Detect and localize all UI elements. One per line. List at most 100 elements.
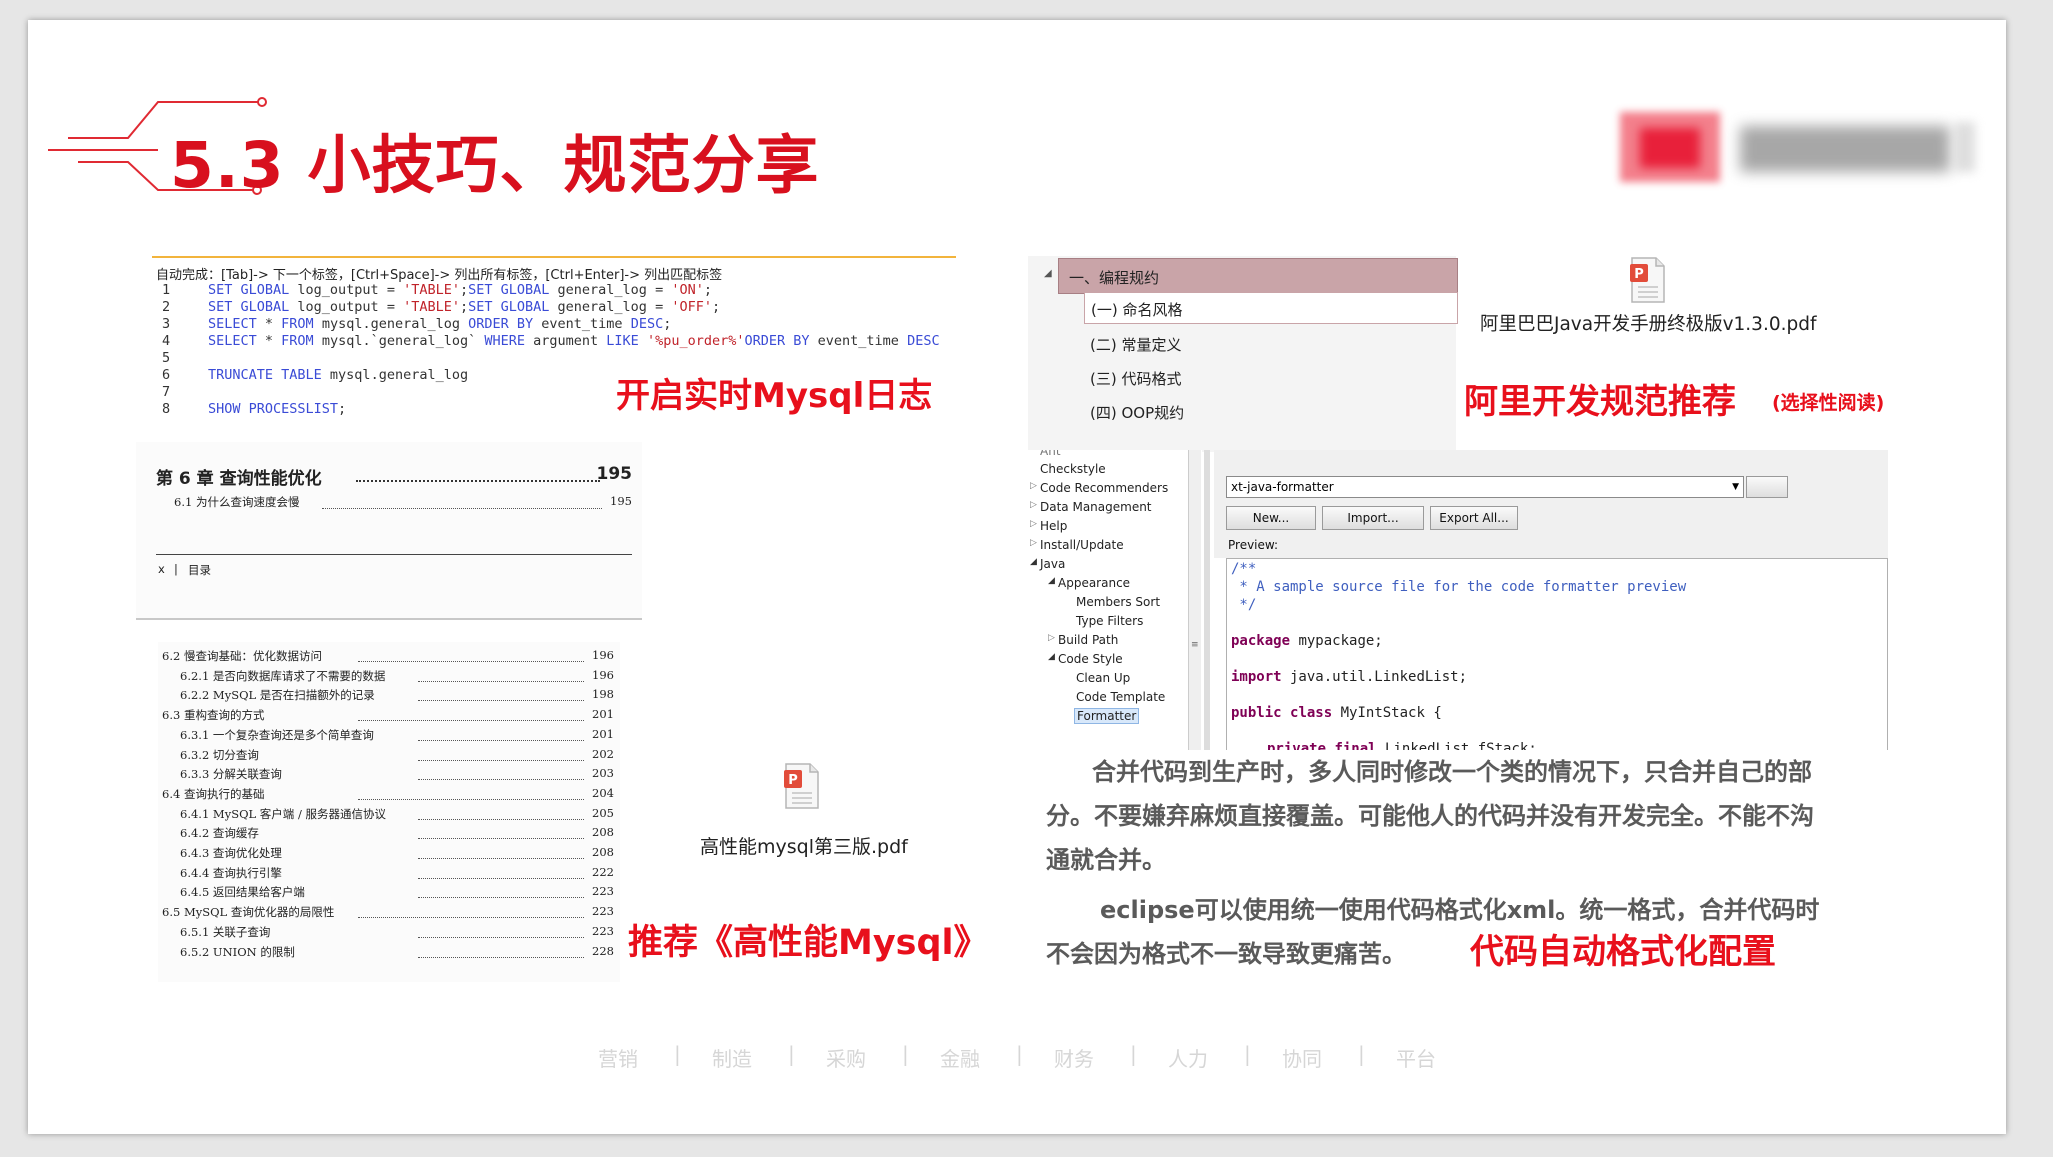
- toc-chapter-title: 第 6 章 查询性能优化: [156, 469, 322, 489]
- code-line: SELECT * FROM mysql.`general_log` WHERE …: [208, 333, 940, 349]
- slide: 5.3 小技巧、规范分享 自动完成：[Tab]-> 下一个标签，[Ctrl+Sp…: [28, 20, 2006, 1134]
- toc-leader: [358, 917, 584, 919]
- tree-item-formatter[interactable]: Formatter: [1074, 708, 1140, 724]
- line-number-gutter: 1 2 3 4 5 6 7 8: [152, 258, 192, 444]
- preview-comment: * A sample source file for the code form…: [1231, 579, 1687, 595]
- footer-separator: |: [674, 1042, 681, 1066]
- pdf-file-icon[interactable]: P: [782, 762, 822, 814]
- code-line: SET GLOBAL log_output = 'TABLE';SET GLOB…: [208, 299, 721, 315]
- tree-item-code-templates[interactable]: Code Template: [1076, 690, 1165, 704]
- line-number: 4: [162, 333, 171, 349]
- spec-item-label: (一) 命名风格: [1091, 301, 1183, 319]
- footer-nav: 营销 | 制造 | 采购 | 金融 | 财务 | 人力 | 协同 | 平台: [598, 1042, 1478, 1073]
- toc-entry-page: 203: [592, 766, 614, 781]
- toc-entry-page: 201: [592, 707, 614, 722]
- collapse-arrow-icon[interactable]: ◢: [1048, 576, 1055, 586]
- company-logo: [1620, 112, 1980, 194]
- toc-leader: [356, 480, 600, 482]
- tree-item-code-recommenders[interactable]: Code Recommenders: [1040, 481, 1168, 495]
- import-profile-button[interactable]: Import...: [1322, 506, 1424, 530]
- spec-pdf-icon-wrap[interactable]: P: [1628, 256, 1668, 308]
- toc-entry-page: 228: [592, 943, 614, 958]
- toc-entry-label: 6.4.5 返回结果给客户端: [180, 885, 305, 900]
- toc-entry-label: 6.2 慢查询基础：优化数据访问: [162, 649, 322, 663]
- tree-item-help[interactable]: Help: [1040, 519, 1067, 533]
- line-number: 6: [162, 367, 171, 383]
- toc-entry-label: 6.3.2 切分查询: [180, 747, 259, 762]
- tree-item-members-sort[interactable]: Members Sort: [1076, 595, 1160, 609]
- toc-leader: [418, 877, 584, 879]
- spec-root-item[interactable]: 一、编程规约: [1058, 258, 1458, 294]
- tree-item-code-style[interactable]: Code Style: [1058, 652, 1123, 666]
- footer-nav-item[interactable]: 人力: [1168, 1043, 1208, 1072]
- footer-nav-item[interactable]: 平台: [1396, 1043, 1436, 1072]
- footer-nav-item[interactable]: 财务: [1054, 1043, 1094, 1072]
- toc-entry-page: 222: [592, 864, 614, 879]
- toc-entry-label: 6.5.1 关联子查询: [180, 924, 271, 939]
- footer-separator: |: [1358, 1042, 1365, 1066]
- merge-advice-line: 合并代码到生产时，多人同时修改一个类的情况下，只合并自己的部: [1092, 758, 1812, 786]
- footer-nav-item[interactable]: 金融: [940, 1043, 980, 1072]
- preview-class-line: public class MyIntStack {: [1231, 705, 1442, 721]
- preview-label: Preview:: [1228, 538, 1279, 552]
- code-line: TRUNCATE TABLE mysql.general_log: [208, 367, 469, 383]
- toc-entry-page: 223: [592, 884, 614, 899]
- splitter[interactable]: [1204, 450, 1210, 754]
- toc-entry-page: 208: [592, 845, 614, 859]
- expand-arrow-icon[interactable]: ▷: [1030, 500, 1037, 510]
- toc-entry-page: 196: [592, 648, 614, 662]
- tree-item-checkstyle[interactable]: Checkstyle: [1040, 462, 1106, 476]
- collapse-triangle-icon[interactable]: ◢: [1044, 268, 1052, 279]
- collapse-arrow-icon[interactable]: ◢: [1030, 557, 1037, 567]
- toc-leader: [418, 700, 584, 702]
- tree-item-data-management[interactable]: Data Management: [1040, 500, 1152, 514]
- preview-package-line: package mypackage;: [1231, 633, 1383, 649]
- tree-item-clean-up[interactable]: Clean Up: [1076, 671, 1130, 685]
- line-number: 8: [162, 401, 171, 417]
- toc-leader: [418, 779, 584, 781]
- edit-profile-button[interactable]: [1746, 476, 1788, 498]
- tree-item-java[interactable]: Java: [1040, 557, 1065, 571]
- tree-item-ant[interactable]: Ant: [1040, 450, 1061, 458]
- spec-item-label[interactable]: (二) 常量定义: [1090, 334, 1181, 355]
- pdf-filename[interactable]: 高性能mysql第三版.pdf: [700, 832, 908, 859]
- preferences-tree[interactable]: Ant Checkstyle ▷ Code Recommenders ▷ Dat…: [1028, 450, 1202, 754]
- toc-leader: [358, 661, 584, 662]
- expand-arrow-icon[interactable]: ▷: [1048, 633, 1055, 643]
- merge-advice-line: 通就合并。: [1046, 846, 1166, 874]
- collapse-arrow-icon[interactable]: ◢: [1048, 652, 1055, 662]
- tree-item-appearance[interactable]: Appearance: [1058, 576, 1130, 590]
- footer-separator: |: [1130, 1042, 1137, 1066]
- footer-nav-item[interactable]: 协同: [1282, 1043, 1322, 1072]
- toc-entry-label: 6.5 MySQL 查询优化器的局限性: [162, 905, 335, 920]
- toc-leader: [418, 818, 584, 820]
- tree-item-build-path[interactable]: Build Path: [1058, 633, 1118, 647]
- preview-import-line: import java.util.LinkedList;: [1231, 669, 1468, 685]
- spec-item-selected[interactable]: (一) 命名风格: [1084, 292, 1458, 324]
- tree-item-install-update[interactable]: Install/Update: [1040, 538, 1124, 552]
- profile-select[interactable]: xt-java-formatter ▼: [1226, 476, 1744, 498]
- export-all-button[interactable]: Export All...: [1430, 506, 1518, 530]
- toc-entries: 6.2 慢查询基础：优化数据访问 196 6.2.1 是否向数据库请求了不需要的数据…: [158, 642, 620, 982]
- expand-arrow-icon[interactable]: ▷: [1030, 481, 1037, 491]
- spec-item-label[interactable]: (四) OOP规约: [1090, 402, 1184, 423]
- footer-nav-item[interactable]: 采购: [826, 1043, 866, 1072]
- svg-text:P: P: [1634, 267, 1644, 282]
- tree-scrollbar[interactable]: ≡: [1188, 450, 1201, 754]
- tree-item-type-filters[interactable]: Type Filters: [1076, 614, 1143, 628]
- footer-nav-item[interactable]: 制造: [712, 1043, 752, 1072]
- expand-arrow-icon[interactable]: ▷: [1030, 538, 1037, 548]
- new-profile-button[interactable]: New...: [1226, 506, 1316, 530]
- mysql-log-callout: 开启实时Mysql日志: [616, 376, 933, 416]
- spec-item-label[interactable]: (三) 代码格式: [1090, 368, 1181, 389]
- preview-comment: */: [1231, 597, 1257, 613]
- expand-arrow-icon[interactable]: ▷: [1030, 519, 1037, 529]
- book-callout: 推荐《高性能Mysql》: [628, 923, 989, 963]
- toc-entry-label: 6.2.1 是否向数据库请求了不需要的数据: [180, 668, 386, 683]
- toc-entry-page: 204: [592, 785, 614, 800]
- footer-separator: |: [1016, 1042, 1023, 1066]
- scroll-grip-icon: ≡: [1191, 640, 1199, 650]
- toc-entry-label: 6.2.2 MySQL 是否在扫描额外的记录: [180, 688, 375, 703]
- spec-pdf-filename[interactable]: 阿里巴巴Java开发手册终极版v1.3.0.pdf: [1480, 310, 1816, 336]
- footer-nav-item[interactable]: 营销: [598, 1043, 638, 1072]
